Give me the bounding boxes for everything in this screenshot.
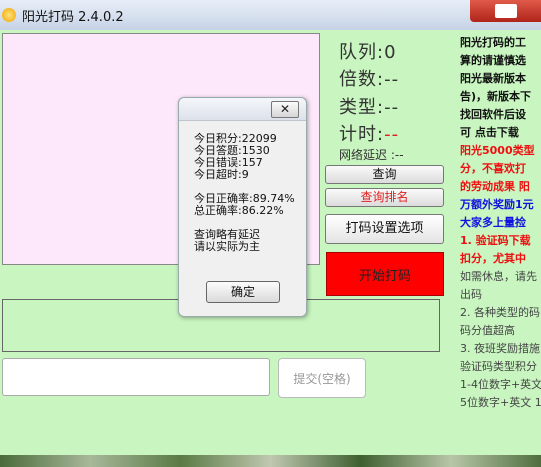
total-accuracy: 总正确率:86.22% <box>194 204 284 217</box>
notice-line: 阳光最新版本 <box>460 72 526 85</box>
dialog-body: 今日积分:22099 今日答题:1530 今日错误:157 今日超时:9 今日正… <box>179 121 306 253</box>
answer-input[interactable] <box>2 358 270 396</box>
settings-button[interactable]: 打码设置选项 <box>325 214 444 244</box>
close-icon <box>494 4 517 18</box>
start-button[interactable]: 开始打码 <box>326 252 444 296</box>
notice-line: 阳光5000类型 <box>460 144 535 157</box>
dialog-close-button[interactable]: ✕ <box>271 101 299 118</box>
notice-line: 告)，新版本下 <box>460 90 532 103</box>
dialog-titlebar: ✕ <box>179 98 306 121</box>
multiplier-label: 倍数: <box>339 69 385 90</box>
notice-line: 3. 夜班奖励措施 <box>460 342 540 355</box>
notice-line: 大家多上量捡 <box>460 216 526 229</box>
ok-button[interactable]: 确定 <box>206 281 280 303</box>
window-close-button[interactable] <box>470 0 541 22</box>
query-rank-button[interactable]: 查询排名 <box>325 188 444 207</box>
window-title: 阳光打码 2.4.0.2 <box>22 10 124 25</box>
queue-stat: 队列:0 <box>339 38 397 64</box>
notice-line: 阳光打码的工 <box>460 36 526 49</box>
notice-line: 1. 验证码下载 <box>460 234 531 247</box>
window-titlebar: 阳光打码 2.4.0.2 <box>0 0 541 31</box>
today-timeouts: 今日超时:9 <box>194 168 249 181</box>
desktop-wallpaper-strip <box>0 455 541 467</box>
timer-stat: 计时:-- <box>339 120 399 146</box>
notice-line: 验证码类型积分 <box>460 360 537 373</box>
type-value: -- <box>384 97 400 118</box>
notice-line: 分，不喜欢打 <box>460 162 526 175</box>
timer-value: -- <box>384 124 400 145</box>
type-stat: 类型:-- <box>339 93 399 119</box>
notice-line: 2. 各种类型的码 <box>460 306 540 319</box>
timer-label: 计时: <box>339 124 385 145</box>
stats-dialog: ✕ 今日积分:22099 今日答题:1530 今日错误:157 今日超时:9 今… <box>178 97 307 317</box>
type-label: 类型: <box>339 97 385 118</box>
notice-line: 的劳动成果 阳 <box>460 180 530 193</box>
network-delay: 网络延迟 :-- <box>339 148 404 162</box>
notice-line: 万额外奖励1元 <box>460 198 534 211</box>
notice-line: 5位数字+英文 1 <box>460 396 541 409</box>
download-link[interactable]: 可 点击下载 <box>460 124 541 142</box>
queue-value: 0 <box>384 42 397 63</box>
notice-line: 1-4位数字+英文 <box>460 378 541 391</box>
sun-icon <box>2 8 16 22</box>
notice-line: 算的请谨慎选 <box>460 54 526 67</box>
notice-line: 如需休息，请先 <box>460 270 537 283</box>
submit-button[interactable]: 提交(空格) <box>278 358 366 398</box>
query-button[interactable]: 查询 <box>325 165 444 184</box>
notice-line: 扣分，尤其中 <box>460 252 526 265</box>
dialog-note: 请以实际为主 <box>194 240 260 253</box>
notice-line: 出码 <box>460 288 482 301</box>
multiplier-stat: 倍数:-- <box>339 65 399 91</box>
multiplier-value: -- <box>384 69 400 90</box>
notice-panel: 阳光打码的工 算的请谨慎选 阳光最新版本 告)，新版本下 找回软件后设 可 点击… <box>460 34 541 457</box>
notice-line: 找回软件后设 <box>460 108 526 121</box>
notice-line: 码分值超高 <box>460 324 515 337</box>
queue-label: 队列: <box>339 42 385 63</box>
